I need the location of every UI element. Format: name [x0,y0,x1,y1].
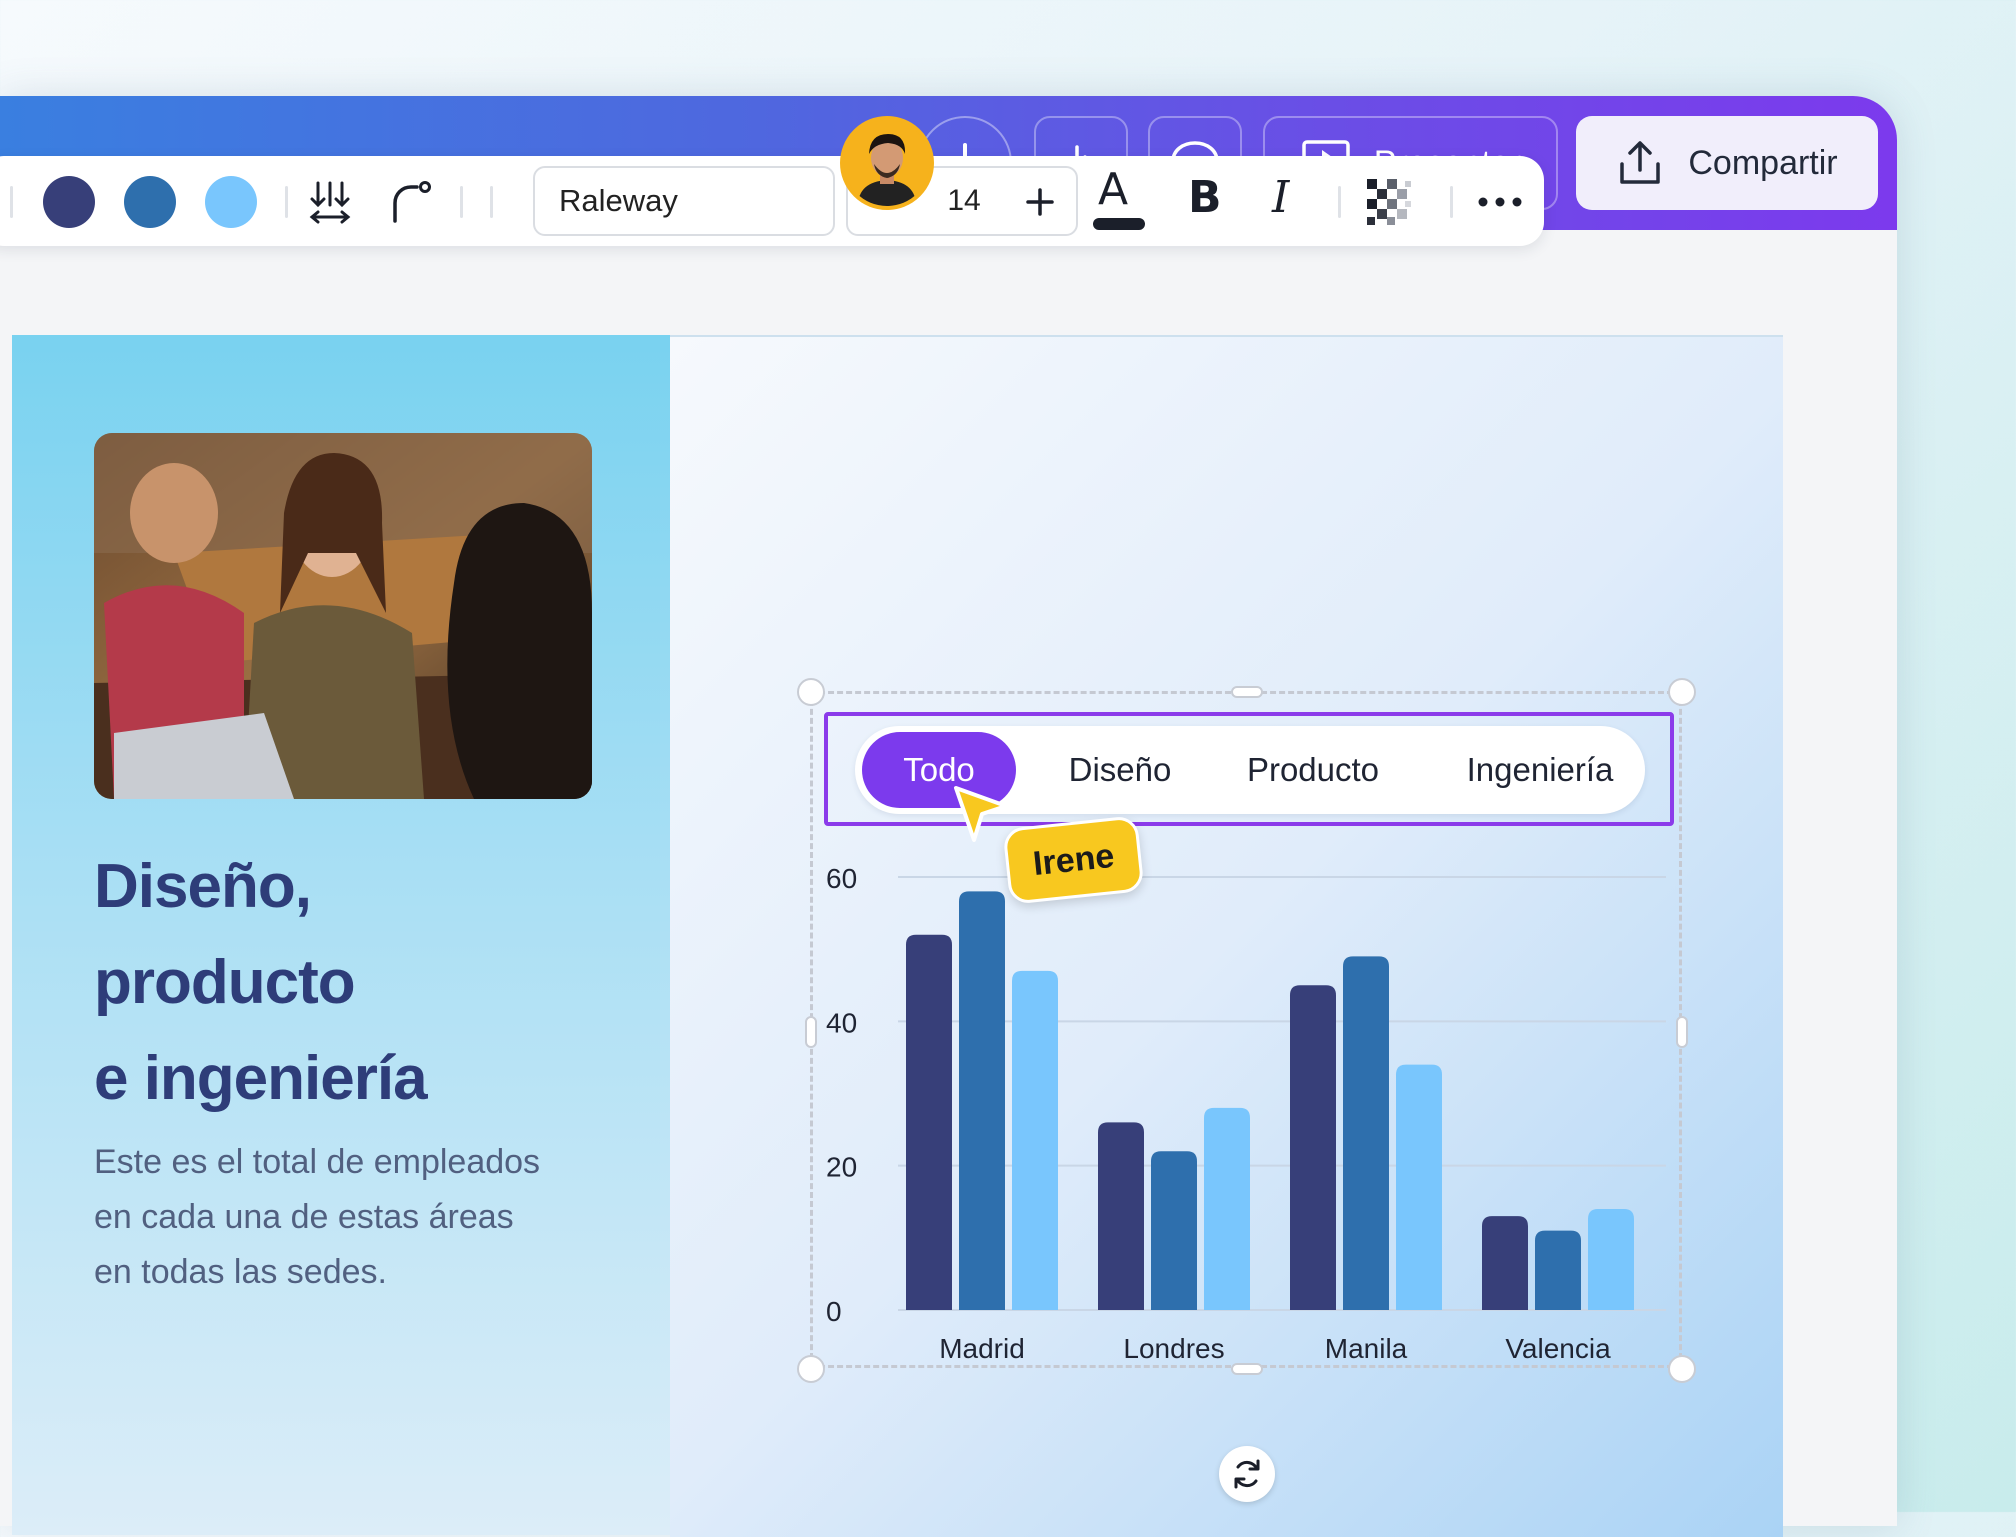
heading-line: Diseño, [94,852,312,921]
more-icon [1478,197,1522,207]
team-photo[interactable] [94,433,592,799]
x-tick-label: Londres [1123,1333,1224,1364]
italic-button[interactable]: I [1272,172,1289,223]
transparency-icon [1367,179,1411,225]
x-tick-label: Madrid [939,1333,1025,1364]
bar [1098,1122,1144,1310]
rotate-icon [1234,1459,1260,1489]
font-size-value[interactable]: 14 [928,184,1000,218]
y-tick-label: 40 [826,1007,857,1038]
share-label: Compartir [1688,143,1838,182]
filter-tab-diseno[interactable]: Diseño [1045,726,1195,814]
text-color-glyph: A [1098,164,1129,215]
resize-handle-top-left[interactable] [797,678,825,706]
slide-description[interactable]: Este es el total de empleados en cada un… [94,1135,654,1300]
bar [906,934,952,1310]
text-color-button[interactable]: A [1098,164,1128,215]
rotate-button[interactable] [1219,1446,1275,1502]
description-line: Este es el total de empleados [94,1143,541,1181]
slide-heading[interactable]: Diseño, producto e ingeniería [94,839,614,1127]
toolbar-divider [1338,186,1341,218]
corner-radius-icon [393,181,431,223]
spacing-icon [309,181,351,224]
x-tick-label: Manila [1325,1333,1408,1364]
share-icon [1620,141,1661,184]
description-line: en todas las sedes. [94,1253,387,1291]
user-avatar[interactable] [840,116,934,210]
color-swatch-blue[interactable] [124,176,176,228]
x-tick-label: Valencia [1505,1333,1611,1364]
resize-handle-top-right[interactable] [1668,678,1696,706]
bar [1012,970,1058,1310]
text-color-indicator [1093,218,1145,230]
y-tick-label: 60 [826,863,857,894]
heading-line: e ingeniería [94,1044,428,1113]
spacing-button[interactable] [304,176,356,228]
bar [959,891,1005,1310]
collaborator-cursor-icon [954,786,1008,842]
increase-size-button[interactable] [1020,182,1060,222]
slide-left-panel: Diseño, producto e ingeniería Este es el… [12,335,670,1535]
heading-line: producto [94,948,356,1017]
bold-button[interactable]: B [1188,172,1222,223]
bold-glyph: B [1188,172,1222,223]
bar [1290,985,1336,1310]
toolbar-divider [460,186,463,218]
bar [1396,1064,1442,1310]
bar [1482,1216,1528,1310]
font-family-select[interactable]: Raleway [533,166,835,236]
description-line: en cada una de estas áreas [94,1198,514,1236]
toolbar-divider [1450,186,1453,218]
italic-glyph: I [1272,172,1290,223]
toolbar-divider [285,186,288,218]
more-options-button[interactable] [1474,176,1526,228]
collaborator-name-tag: Irene [1002,815,1145,905]
filter-tab-ingenieria[interactable]: Ingeniería [1445,726,1635,814]
color-swatch-light-blue[interactable] [205,176,257,228]
transparency-button[interactable] [1364,176,1416,228]
bar [1535,1230,1581,1310]
bar [1151,1151,1197,1310]
share-button[interactable]: Compartir [1576,116,1878,210]
bar-chart[interactable]: 0 20 40 60 Madrid Londres Manila Valencia [810,845,1690,1385]
color-swatch-dark-blue[interactable] [43,176,95,228]
toolbar-divider [10,186,13,218]
bar [1588,1208,1634,1310]
y-tick-label: 20 [826,1152,857,1183]
resize-handle-top[interactable] [1231,686,1263,698]
bar [1343,956,1389,1310]
bar [1204,1107,1250,1310]
format-toolbar: Raleway 14 A B I [0,156,1544,246]
toolbar-divider [490,186,493,218]
y-tick-label: 0 [826,1296,842,1327]
corner-rounding-button[interactable] [384,176,436,228]
filter-tab-producto[interactable]: Producto [1225,726,1401,814]
